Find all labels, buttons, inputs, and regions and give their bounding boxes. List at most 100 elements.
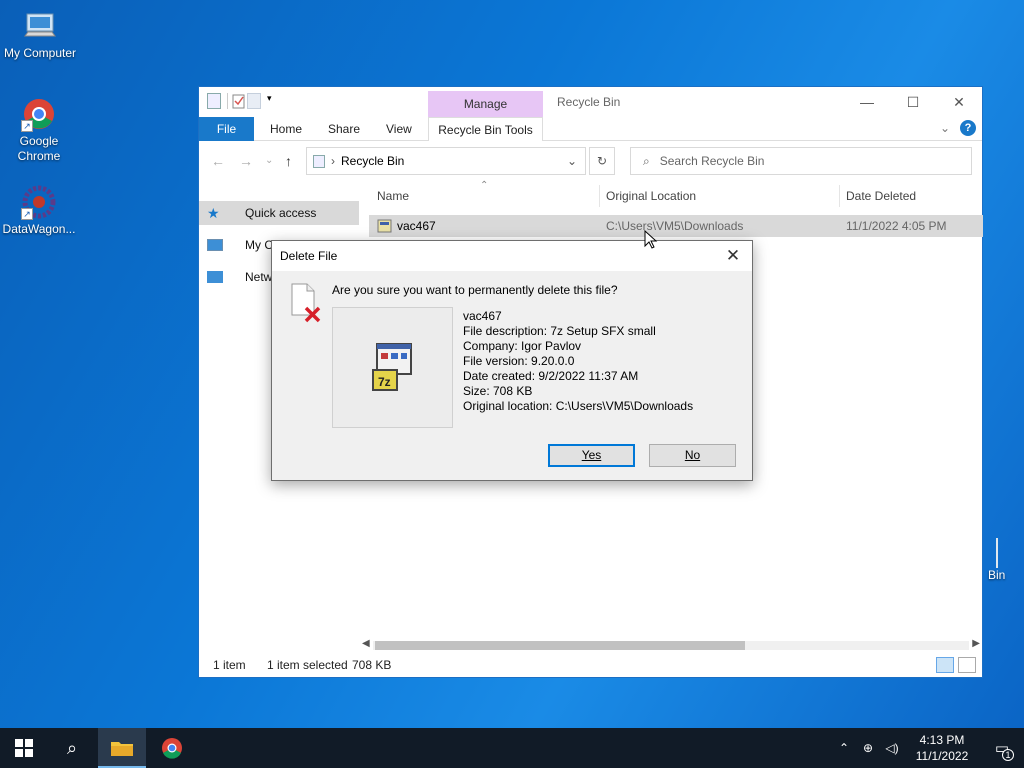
- status-selection: 1 item selected: [267, 658, 348, 672]
- column-header-date-deleted[interactable]: Date Deleted: [846, 185, 916, 207]
- file-properties: vac467 File description: 7z Setup SFX sm…: [463, 309, 693, 414]
- notification-count: 1: [1002, 749, 1014, 761]
- refresh-button[interactable]: ↻: [589, 147, 615, 175]
- ribbon-tabs: File Home Share View Recycle Bin Tools ⌄…: [199, 117, 982, 141]
- desktop-icon-label: Google Chrome: [17, 134, 61, 163]
- prop-description: File description: 7z Setup SFX small: [463, 324, 656, 338]
- column-header-original-location[interactable]: Original Location: [606, 185, 696, 207]
- file-preview: 7z: [332, 307, 453, 428]
- dialog-close-button[interactable]: ✕: [720, 243, 746, 269]
- tab-share[interactable]: Share: [314, 117, 374, 141]
- desktop-icon-google-chrome[interactable]: ↗ Google Chrome: [0, 96, 79, 164]
- dialog-title-bar: Delete File ✕: [272, 241, 752, 271]
- properties-icon[interactable]: [227, 93, 245, 109]
- file-name: vac467: [397, 219, 436, 233]
- search-taskbar-icon[interactable]: ⌕: [48, 728, 96, 768]
- nav-item-label: Quick access: [245, 206, 317, 220]
- details-view-icon[interactable]: [936, 657, 954, 673]
- chrome-taskbar-icon[interactable]: [148, 728, 196, 768]
- breadcrumb-recycle-bin[interactable]: Recycle Bin: [341, 154, 404, 168]
- nav-item-quick-access[interactable]: ★ Quick access: [199, 201, 359, 225]
- clock[interactable]: 4:13 PM 11/1/2022: [904, 732, 980, 764]
- prop-original-location: Original location: C:\Users\VM5\Download…: [463, 399, 694, 413]
- prop-date-created: Date created: 9/2/2022 11:37 AM: [463, 369, 639, 383]
- search-icon: ⌕: [643, 153, 650, 168]
- close-button[interactable]: ✕: [936, 87, 982, 117]
- tab-home[interactable]: Home: [256, 117, 316, 141]
- yes-button-label: Yes: [581, 448, 602, 462]
- desktop-icon-label: My Computer: [3, 46, 77, 60]
- horizontal-scrollbar[interactable]: ◀ ▶: [359, 637, 983, 654]
- prop-name: vac467: [463, 309, 502, 323]
- show-hidden-icons-icon[interactable]: ⌃: [832, 741, 856, 755]
- recent-locations-icon[interactable]: ⌄: [265, 155, 273, 166]
- 7z-sfx-file-icon: [377, 218, 393, 234]
- system-tray: ⌃ ⊕ ◁) 4:13 PM 11/1/2022 ▭ 1: [832, 728, 1024, 768]
- quick-access-toolbar: ▾: [207, 93, 277, 109]
- prop-version: File version: 9.20.0.0: [463, 354, 575, 368]
- status-bar: 1 item 1 item selected 708 KB: [199, 653, 982, 677]
- file-explorer-taskbar-icon[interactable]: [98, 728, 146, 768]
- back-arrow-icon[interactable]: ←: [211, 153, 225, 169]
- start-button[interactable]: [0, 728, 48, 768]
- computer-icon: [207, 239, 223, 251]
- tab-view[interactable]: View: [372, 117, 426, 141]
- address-bar[interactable]: › Recycle Bin ⌄: [306, 147, 586, 175]
- new-folder-icon[interactable]: [247, 93, 261, 109]
- column-headers: Name ⌃ Original Location Date Deleted: [369, 180, 984, 207]
- prop-size: Size: 708 KB: [463, 384, 533, 398]
- breadcrumb-separator-icon: ›: [331, 154, 335, 168]
- scroll-left-icon[interactable]: ◀: [362, 638, 370, 649]
- network-globe-icon[interactable]: ⊕: [856, 741, 880, 755]
- address-dropdown-icon[interactable]: ⌄: [567, 154, 577, 168]
- windows-logo-icon: [15, 739, 33, 757]
- status-item-count: 1 item: [213, 658, 246, 672]
- mouse-cursor-icon: [644, 229, 658, 250]
- no-button[interactable]: No: [649, 444, 736, 467]
- minimize-button[interactable]: —: [844, 87, 890, 117]
- desktop-icon-label: Bin: [988, 568, 1006, 582]
- shortcut-arrow-icon: ↗: [21, 120, 33, 132]
- expand-ribbon-icon[interactable]: ⌄: [940, 121, 950, 135]
- help-icon[interactable]: ?: [960, 120, 976, 136]
- forward-arrow-icon[interactable]: →: [239, 153, 253, 169]
- tab-manage[interactable]: Manage: [428, 91, 543, 117]
- delete-file-warning-icon: [289, 283, 323, 323]
- title-bar: ▾ Manage Recycle Bin — ☐ ✕: [199, 87, 982, 117]
- tab-recycle-bin-tools[interactable]: Recycle Bin Tools: [428, 117, 543, 141]
- desktop-icon-datawagon[interactable]: ↗ DataWagon...: [0, 184, 79, 237]
- computer-icon: [22, 8, 58, 44]
- action-center-icon[interactable]: ▭ 1: [980, 739, 1024, 761]
- file-original-location: C:\Users\VM5\Downloads: [606, 219, 744, 233]
- 7z-setup-icon: 7z: [369, 342, 417, 397]
- tab-file[interactable]: File: [199, 117, 254, 141]
- search-placeholder: Search Recycle Bin: [659, 154, 765, 168]
- nav-item-label: Netw: [245, 270, 273, 284]
- yes-button[interactable]: Yes: [548, 444, 635, 467]
- column-header-name[interactable]: Name: [377, 185, 409, 207]
- desktop-icon-my-computer[interactable]: My Computer: [0, 8, 80, 61]
- customize-qat-icon[interactable]: ▾: [267, 93, 277, 109]
- nav-item-label: My C: [245, 238, 273, 252]
- refresh-icon: ↻: [596, 154, 608, 168]
- search-input[interactable]: ⌕ Search Recycle Bin: [630, 147, 972, 175]
- no-button-label: No: [684, 448, 701, 462]
- dialog-title: Delete File: [280, 249, 338, 263]
- volume-icon[interactable]: ◁): [880, 741, 904, 755]
- delete-file-dialog: Delete File ✕ Are you sure you want to p…: [271, 240, 753, 481]
- star-icon: ★: [207, 205, 220, 221]
- window-title: Recycle Bin: [557, 95, 621, 109]
- table-row[interactable]: vac467 C:\Users\VM5\Downloads 11/1/2022 …: [369, 215, 983, 237]
- up-arrow-icon[interactable]: ↑: [285, 153, 292, 169]
- large-icons-view-icon[interactable]: [958, 657, 976, 673]
- svg-text:7z: 7z: [378, 375, 391, 389]
- clock-date: 11/1/2022: [915, 749, 969, 763]
- status-size: 708 KB: [352, 658, 392, 672]
- scroll-thumb[interactable]: [375, 641, 745, 650]
- maximize-button[interactable]: ☐: [890, 87, 936, 117]
- prop-company: Company: Igor Pavlov: [463, 339, 582, 353]
- scroll-right-icon[interactable]: ▶: [972, 638, 980, 649]
- clock-time: 4:13 PM: [919, 733, 965, 747]
- address-row: ← → ⌄ ↑ › Recycle Bin ⌄ ↻ ⌕ Search Recyc…: [199, 141, 982, 181]
- chrome-icon: ↗: [21, 96, 57, 132]
